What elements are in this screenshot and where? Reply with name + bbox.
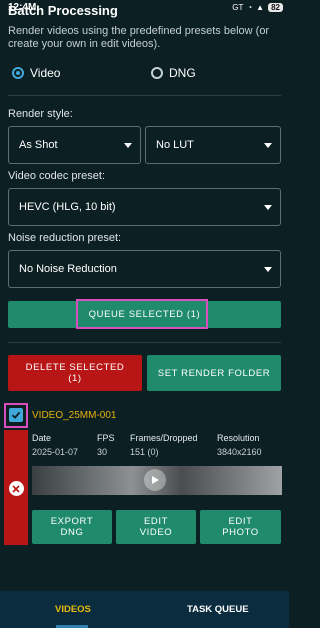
close-icon: [12, 484, 20, 493]
dropdown-arrow-icon: [264, 142, 272, 148]
resolution-header: Resolution: [217, 433, 260, 443]
resolution-value: 3840x2160: [217, 447, 262, 457]
tab-task-queue[interactable]: TASK QUEUE: [187, 604, 249, 615]
frames-header: Frames/Dropped: [130, 433, 198, 443]
play-button[interactable]: [144, 469, 166, 491]
highlight-box: [76, 299, 208, 329]
edit-video-button[interactable]: EDIT VIDEO: [116, 510, 196, 544]
date-value: 2025-01-07: [32, 447, 79, 457]
bottom-tab-bar: VIDEOS TASK QUEUE: [0, 591, 289, 628]
noise-value: No Noise Reduction: [19, 263, 117, 275]
radio-video[interactable]: Video: [12, 66, 60, 80]
battery-icon: 82: [268, 3, 283, 12]
dropdown-arrow-icon: [124, 142, 132, 148]
export-dng-button[interactable]: EXPORT DNG: [32, 510, 112, 544]
play-icon: [152, 476, 159, 484]
edit-video-label: EDIT VIDEO: [139, 516, 173, 538]
video-name[interactable]: VIDEO_25MM-001: [32, 410, 116, 421]
page-title: Batch Processing: [8, 3, 118, 18]
radio-dng-label: DNG: [169, 66, 196, 80]
lut-value: No LUT: [156, 139, 194, 151]
delete-selected-button[interactable]: DELETE SELECTED (1): [8, 355, 142, 391]
codec-select[interactable]: HEVC (HLG, 10 bit): [8, 188, 281, 226]
radio-dng[interactable]: DNG: [151, 66, 196, 80]
noise-select[interactable]: No Noise Reduction: [8, 250, 281, 288]
frames-value: 151 (0): [130, 447, 159, 457]
codec-value: HEVC (HLG, 10 bit): [19, 201, 116, 213]
delete-selected-label: DELETE SELECTED (1): [25, 362, 125, 384]
render-style-label: Render style:: [8, 108, 73, 120]
fps-header: FPS: [97, 433, 115, 443]
set-render-folder-label: SET RENDER FOLDER: [157, 367, 271, 379]
render-style-select[interactable]: As Shot: [8, 126, 141, 164]
date-header: Date: [32, 433, 52, 443]
radio-selected-icon[interactable]: [12, 67, 24, 79]
divider: [8, 95, 281, 96]
radio-unselected-icon[interactable]: [151, 67, 163, 79]
signal-label: GT: [232, 3, 244, 12]
codec-label: Video codec preset:: [8, 170, 106, 182]
edit-photo-button[interactable]: EDIT PHOTO: [200, 510, 281, 544]
wifi-icon: ◔: [247, 3, 253, 12]
divider: [8, 342, 281, 343]
queue-selected-button[interactable]: QUEUE SELECTED (1): [8, 299, 281, 329]
export-dng-label: EXPORT DNG: [50, 516, 94, 538]
check-icon: [11, 411, 21, 419]
fps-value: 30: [97, 447, 108, 457]
set-render-folder-button[interactable]: SET RENDER FOLDER: [147, 355, 281, 391]
dropdown-arrow-icon: [264, 204, 272, 210]
video-checkbox[interactable]: [9, 408, 23, 422]
cell-icon: ▲: [256, 3, 265, 12]
remove-item-button[interactable]: [8, 481, 24, 496]
tab-videos[interactable]: VIDEOS: [55, 604, 91, 615]
edit-photo-label: EDIT PHOTO: [222, 516, 259, 538]
dropdown-arrow-icon: [264, 266, 272, 272]
radio-video-label: Video: [30, 66, 61, 80]
render-style-value: As Shot: [19, 139, 58, 151]
lut-select[interactable]: No LUT: [145, 126, 281, 164]
page-subtitle: Render videos using the predefined prese…: [8, 25, 270, 50]
status-icons: GT ◔ ▲ 82: [232, 3, 283, 12]
noise-label: Noise reduction preset:: [8, 232, 122, 244]
